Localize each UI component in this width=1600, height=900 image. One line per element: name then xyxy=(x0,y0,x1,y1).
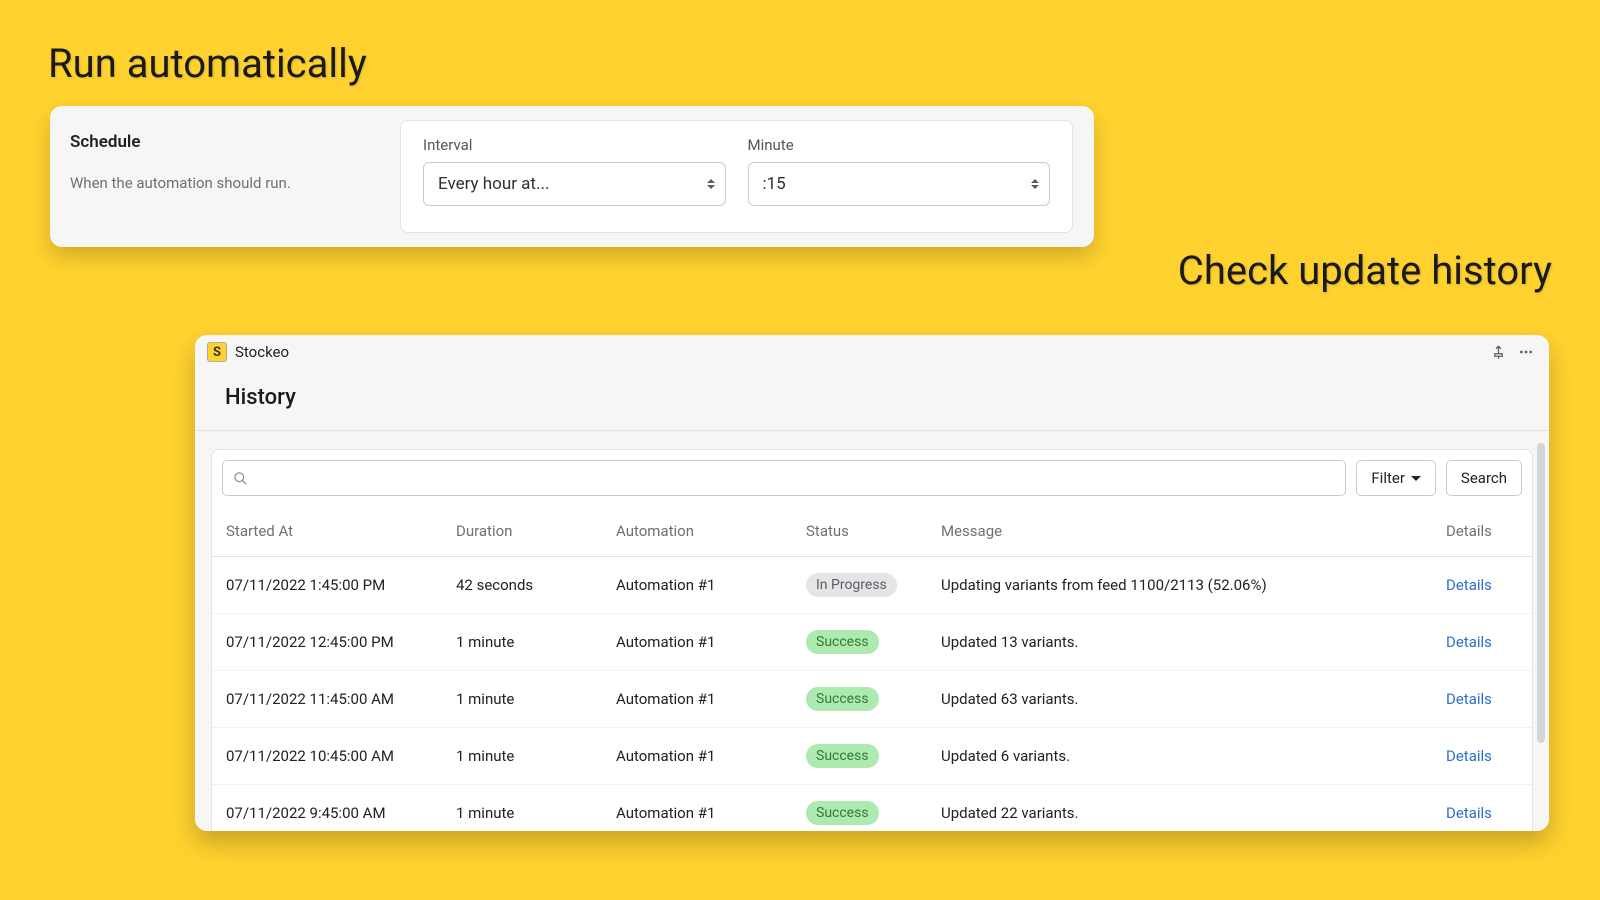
status-badge: In Progress xyxy=(806,573,897,597)
col-automation: Automation xyxy=(602,506,792,557)
col-message: Message xyxy=(927,506,1432,557)
interval-field: Interval Every hour at... xyxy=(423,136,726,217)
cell-duration: 1 minute xyxy=(442,728,602,785)
table-row: 07/11/2022 1:45:00 PM42 secondsAutomatio… xyxy=(212,557,1532,614)
details-link[interactable]: Details xyxy=(1446,633,1492,651)
search-icon xyxy=(233,471,248,486)
minute-label: Minute xyxy=(748,136,1051,154)
select-caret-icon xyxy=(1031,179,1039,189)
cell-started-at: 07/11/2022 10:45:00 AM xyxy=(212,728,442,785)
col-started-at: Started At xyxy=(212,506,442,557)
interval-select[interactable]: Every hour at... xyxy=(423,162,726,206)
interval-value: Every hour at... xyxy=(438,174,549,194)
history-table-card: Filter Search Started At Duration Automa… xyxy=(211,449,1533,831)
cell-duration: 1 minute xyxy=(442,671,602,728)
minute-field: Minute :15 xyxy=(748,136,1051,217)
app-badge-icon: S xyxy=(207,342,227,362)
history-content: Filter Search Started At Duration Automa… xyxy=(195,431,1549,831)
details-link[interactable]: Details xyxy=(1446,576,1492,594)
page-title: History xyxy=(195,369,1549,431)
cell-duration: 1 minute xyxy=(442,785,602,832)
cell-message: Updated 63 variants. xyxy=(927,671,1432,728)
pin-icon[interactable] xyxy=(1487,341,1509,363)
search-box[interactable] xyxy=(222,460,1346,496)
cell-details: Details xyxy=(1432,557,1532,614)
cell-details: Details xyxy=(1432,785,1532,832)
schedule-title: Schedule xyxy=(70,132,380,152)
cell-started-at: 07/11/2022 9:45:00 AM xyxy=(212,785,442,832)
cell-automation: Automation #1 xyxy=(602,671,792,728)
history-table: Started At Duration Automation Status Me… xyxy=(212,506,1532,831)
table-row: 07/11/2022 9:45:00 AM1 minuteAutomation … xyxy=(212,785,1532,832)
schedule-card: Schedule When the automation should run.… xyxy=(50,106,1094,247)
search-button-label: Search xyxy=(1461,469,1507,487)
cell-duration: 42 seconds xyxy=(442,557,602,614)
details-link[interactable]: Details xyxy=(1446,690,1492,708)
cell-automation: Automation #1 xyxy=(602,614,792,671)
table-row: 07/11/2022 12:45:00 PM1 minuteAutomation… xyxy=(212,614,1532,671)
cell-automation: Automation #1 xyxy=(602,557,792,614)
status-badge: Success xyxy=(806,744,879,768)
col-duration: Duration xyxy=(442,506,602,557)
chevron-down-icon xyxy=(1411,476,1421,481)
cell-details: Details xyxy=(1432,671,1532,728)
cell-status: Success xyxy=(792,785,927,832)
history-toolbar: Filter Search xyxy=(212,450,1532,506)
more-icon[interactable] xyxy=(1515,341,1537,363)
filter-label: Filter xyxy=(1371,469,1405,487)
col-status: Status xyxy=(792,506,927,557)
schedule-info: Schedule When the automation should run. xyxy=(50,106,400,247)
interval-label: Interval xyxy=(423,136,726,154)
status-badge: Success xyxy=(806,687,879,711)
cell-started-at: 07/11/2022 11:45:00 AM xyxy=(212,671,442,728)
cell-automation: Automation #1 xyxy=(602,728,792,785)
cell-status: In Progress xyxy=(792,557,927,614)
cell-message: Updated 13 variants. xyxy=(927,614,1432,671)
cell-started-at: 07/11/2022 1:45:00 PM xyxy=(212,557,442,614)
details-link[interactable]: Details xyxy=(1446,747,1492,765)
status-badge: Success xyxy=(806,801,879,825)
scrollbar[interactable] xyxy=(1537,443,1545,743)
cell-status: Success xyxy=(792,614,927,671)
cell-message: Updating variants from feed 1100/2113 (5… xyxy=(927,557,1432,614)
cell-automation: Automation #1 xyxy=(602,785,792,832)
cell-details: Details xyxy=(1432,614,1532,671)
heading-run-automatically: Run automatically xyxy=(48,40,367,87)
cell-message: Updated 22 variants. xyxy=(927,785,1432,832)
cell-duration: 1 minute xyxy=(442,614,602,671)
table-row: 07/11/2022 11:45:00 AM1 minuteAutomation… xyxy=(212,671,1532,728)
cell-status: Success xyxy=(792,671,927,728)
status-badge: Success xyxy=(806,630,879,654)
filter-button[interactable]: Filter xyxy=(1356,460,1436,496)
titlebar: S Stockeo xyxy=(195,335,1549,369)
search-button[interactable]: Search xyxy=(1446,460,1522,496)
app-name: Stockeo xyxy=(235,343,289,361)
history-window: S Stockeo History Filter Search xyxy=(195,335,1549,831)
search-input[interactable] xyxy=(256,470,1335,487)
col-details: Details xyxy=(1432,506,1532,557)
heading-check-history: Check update history xyxy=(1178,247,1552,294)
schedule-fields: Interval Every hour at... Minute :15 xyxy=(400,120,1073,233)
minute-select[interactable]: :15 xyxy=(748,162,1051,206)
details-link[interactable]: Details xyxy=(1446,804,1492,822)
schedule-description: When the automation should run. xyxy=(70,174,380,192)
minute-value: :15 xyxy=(763,174,786,194)
table-row: 07/11/2022 10:45:00 AM1 minuteAutomation… xyxy=(212,728,1532,785)
select-caret-icon xyxy=(707,179,715,189)
cell-status: Success xyxy=(792,728,927,785)
cell-details: Details xyxy=(1432,728,1532,785)
cell-message: Updated 6 variants. xyxy=(927,728,1432,785)
cell-started-at: 07/11/2022 12:45:00 PM xyxy=(212,614,442,671)
